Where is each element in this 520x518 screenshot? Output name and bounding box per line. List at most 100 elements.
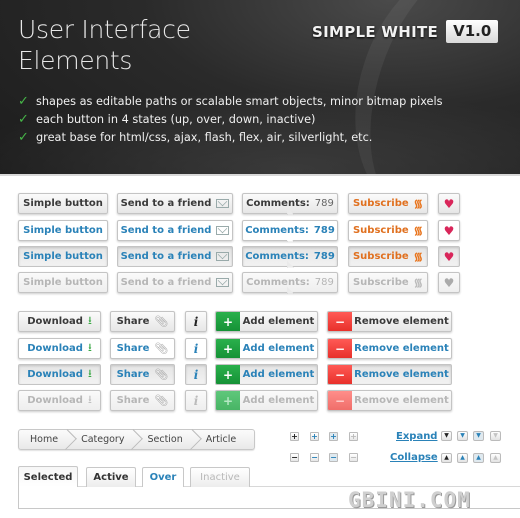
expand-arrow-button-up[interactable]: ▼ (441, 431, 452, 441)
share-button-down[interactable]: Share 📎︎ (110, 364, 175, 385)
button-label: Simple button (23, 277, 103, 288)
comments-button-down[interactable]: Comments: 789 (242, 246, 338, 267)
button-label: Subscribe (352, 277, 409, 288)
comments-count: 789 (314, 198, 334, 209)
plus-mini-button-up[interactable]: + (290, 432, 299, 441)
paperclip-icon: 📎︎ (154, 342, 169, 355)
send-to-friend-button-over[interactable]: Send to a friend (117, 220, 233, 241)
add-element-button-up[interactable]: + Add element (215, 311, 318, 332)
remove-element-button-over[interactable]: − Remove element (327, 338, 452, 359)
feature-item: ✓ great base for html/css, ajax, flash, f… (18, 129, 443, 147)
send-to-friend-button-down[interactable]: Send to a friend (117, 246, 233, 267)
remove-element-button-down[interactable]: − Remove element (327, 364, 452, 385)
expand-arrow-button-over[interactable]: ▼ (457, 431, 468, 441)
collapse-arrow-button-inactive[interactable]: ▲ (490, 453, 501, 463)
subscribe-button-down[interactable]: Subscribe ᯾ (348, 246, 428, 267)
envelope-icon (216, 278, 230, 287)
breadcrumb-item-article[interactable]: Article (195, 430, 254, 449)
collapse-link[interactable]: Collapse (390, 452, 438, 463)
subscribe-button-up[interactable]: Subscribe ᯾ (348, 193, 428, 214)
expand-arrow-button-down[interactable]: ▼ (473, 431, 484, 441)
send-to-friend-button-inactive[interactable]: Send to a friend (117, 272, 233, 293)
breadcrumb-item-home[interactable]: Home (19, 430, 70, 449)
minus-mini-button-down[interactable]: − (329, 453, 338, 462)
comments-button-over[interactable]: Comments: 789 (242, 220, 338, 241)
brand-badge: SIMPLE WHITE V1.0 (312, 20, 499, 43)
tab-over[interactable]: Over (142, 467, 184, 487)
info-icon: i (193, 341, 199, 356)
subscribe-button-over[interactable]: Subscribe ᯾ (348, 220, 428, 241)
tab-inactive[interactable]: Inactive (190, 467, 250, 487)
button-label: Subscribe (352, 225, 409, 236)
comments-count: 789 (314, 277, 334, 288)
share-button-up[interactable]: Share 📎︎ (110, 311, 175, 332)
button-label: Send to a friend (120, 277, 212, 288)
comments-label: Comments: (245, 251, 309, 262)
add-element-button-over[interactable]: + Add element (215, 338, 318, 359)
checkmark-icon: ✓ (18, 94, 29, 109)
envelope-icon (216, 199, 230, 208)
plus-mini-button-down[interactable]: + (329, 432, 338, 441)
download-icon: ⭳ (87, 341, 92, 354)
add-element-button-inactive[interactable]: + Add element (215, 390, 318, 411)
comments-button-up[interactable]: Comments: 789 (242, 193, 338, 214)
feature-item: ✓ shapes as editable paths or scalable sm… (18, 93, 443, 111)
rss-icon: ᯾ (413, 197, 424, 210)
simple-button-down[interactable]: Simple button (18, 246, 108, 267)
info-icon: i (193, 314, 199, 329)
tab-active[interactable]: Active (86, 467, 136, 487)
expand-arrow-button-inactive[interactable]: ▼ (490, 431, 501, 441)
info-button-inactive[interactable]: i (185, 390, 207, 411)
tab-selected[interactable]: Selected (18, 466, 78, 487)
subscribe-button-inactive[interactable]: Subscribe ᯾ (348, 272, 428, 293)
minus-icon: − (328, 339, 352, 358)
button-label: Download (27, 316, 83, 327)
plus-mini-button-over[interactable]: + (310, 432, 319, 441)
minus-mini-button-up[interactable]: − (290, 453, 299, 462)
button-label: Add element (242, 369, 315, 380)
download-button-over[interactable]: Download ⭳ (18, 338, 101, 359)
simple-button-over[interactable]: Simple button (18, 220, 108, 241)
send-to-friend-button-up[interactable]: Send to a friend (117, 193, 233, 214)
expand-link[interactable]: Expand (396, 431, 437, 442)
envelope-icon (216, 226, 230, 235)
add-element-button-down[interactable]: + Add element (215, 364, 318, 385)
favorite-button-inactive[interactable]: ♥ (438, 272, 460, 293)
title-line-2: Elements (18, 46, 133, 75)
favorite-button-down[interactable]: ♥ (438, 246, 460, 267)
button-label: Share (116, 343, 150, 354)
download-button-up[interactable]: Download ⭳ (18, 311, 101, 332)
share-button-over[interactable]: Share 📎︎ (110, 338, 175, 359)
collapse-arrow-button-over[interactable]: ▲ (457, 453, 468, 463)
remove-element-button-up[interactable]: − Remove element (327, 311, 452, 332)
breadcrumb-item-category[interactable]: Category (70, 430, 136, 449)
plus-mini-button-inactive[interactable]: + (349, 432, 358, 441)
minus-mini-button-inactive[interactable]: − (349, 453, 358, 462)
simple-button-up[interactable]: Simple button (18, 193, 108, 214)
minus-mini-button-over[interactable]: − (310, 453, 319, 462)
info-icon: i (193, 393, 199, 408)
breadcrumb-item-section[interactable]: Section (136, 430, 194, 449)
remove-element-button-inactive[interactable]: − Remove element (327, 390, 452, 411)
button-label: Send to a friend (120, 251, 212, 262)
heart-icon: ♥ (443, 275, 455, 290)
favorite-button-over[interactable]: ♥ (438, 220, 460, 241)
comments-count: 789 (313, 225, 335, 236)
info-button-down[interactable]: i (185, 364, 207, 385)
collapse-arrow-button-up[interactable]: ▲ (441, 453, 452, 463)
plus-icon: + (216, 312, 240, 331)
minus-icon: − (328, 365, 352, 384)
info-button-up[interactable]: i (185, 311, 207, 332)
brand-name: SIMPLE WHITE (312, 22, 439, 41)
favorite-button-up[interactable]: ♥ (438, 193, 460, 214)
collapse-arrow-button-down[interactable]: ▲ (473, 453, 484, 463)
info-button-over[interactable]: i (185, 338, 207, 359)
button-label: Share (116, 316, 150, 327)
download-button-inactive[interactable]: Download ⭳ (18, 390, 101, 411)
comments-button-inactive[interactable]: Comments: 789 (242, 272, 338, 293)
header-divider (0, 174, 520, 176)
button-label: Add element (242, 316, 315, 327)
download-button-down[interactable]: Download ⭳ (18, 364, 101, 385)
simple-button-inactive[interactable]: Simple button (18, 272, 108, 293)
share-button-inactive[interactable]: Share 📎︎ (110, 390, 175, 411)
